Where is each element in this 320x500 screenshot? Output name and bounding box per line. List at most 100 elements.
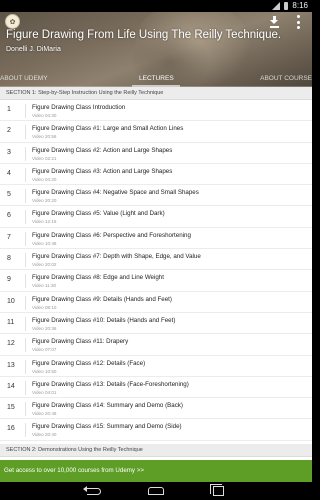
lecture-row[interactable]: 2 Figure Drawing Class #1: Large and Smal… <box>0 121 312 143</box>
home-icon[interactable] <box>148 487 164 495</box>
row-divider <box>25 359 26 374</box>
lecture-title: Figure Drawing Class #4: Negative Space … <box>32 189 199 197</box>
row-divider <box>25 274 26 289</box>
lecture-number: 5 <box>7 191 11 199</box>
system-nav-bar <box>0 482 312 500</box>
lecture-number: 10 <box>7 297 15 305</box>
row-divider <box>25 231 26 246</box>
lecture-duration: Video 04:01 <box>32 389 57 395</box>
lecture-number: 4 <box>7 169 11 177</box>
lecture-title: Figure Drawing Class #8: Edge and Line W… <box>32 274 164 282</box>
row-divider <box>25 167 26 182</box>
download-icon[interactable] <box>270 16 279 26</box>
lecture-number: 15 <box>7 404 15 412</box>
lecture-title: Figure Drawing Class #9: Details (Hands … <box>32 295 172 303</box>
lecture-number: 14 <box>7 382 15 390</box>
lecture-number: 3 <box>7 148 11 156</box>
lecture-title: Figure Drawing Class Introduction <box>32 104 126 111</box>
lecture-duration: Video 20:20 <box>32 198 57 204</box>
lecture-number: 7 <box>7 233 11 241</box>
lecture-duration: Video 02:21 <box>32 155 57 161</box>
row-divider <box>25 189 26 204</box>
row-divider <box>25 423 26 438</box>
status-bar: 8:16 <box>0 0 312 12</box>
lecture-title: Figure Drawing Class #7: Depth with Shap… <box>32 253 201 261</box>
lecture-duration: Video 11:30 <box>32 283 57 289</box>
row-divider <box>25 146 26 161</box>
section-header: SECTION 1: Step-by-Step Instruction Usin… <box>0 87 312 100</box>
lecture-number: 1 <box>7 106 11 113</box>
course-author[interactable]: Donelli J. DiMaria <box>6 46 61 53</box>
lecture-number: 6 <box>7 212 11 220</box>
lecture-title: Figure Drawing Class #6: Perspective and… <box>32 231 191 239</box>
lecture-title: Figure Drawing Class #11: Drapery <box>32 338 129 346</box>
lecture-row[interactable]: 1 Figure Drawing Class Introduction Video … <box>0 100 312 122</box>
lecture-title: Figure Drawing Class #5: Value (Light an… <box>32 210 165 218</box>
lecture-row[interactable]: 6 Figure Drawing Class #5: Value (Light a… <box>0 206 312 228</box>
lecture-duration: Video 20:36 <box>32 325 57 331</box>
lecture-number: 13 <box>7 361 15 369</box>
tab-lectures[interactable]: LECTURES <box>139 75 174 82</box>
lecture-number: 2 <box>7 127 11 135</box>
lecture-title: Figure Drawing Class #15: Summary and De… <box>32 423 182 431</box>
tab-bar: ABOUT UDEMY LECTURES ABOUT COURSE <box>0 72 312 87</box>
lecture-title: Figure Drawing Class #3: Action and Larg… <box>32 167 173 175</box>
row-divider <box>25 402 26 417</box>
lecture-row[interactable]: 9 Figure Drawing Class #8: Edge and Line … <box>0 270 312 292</box>
lecture-row[interactable]: 14 Figure Drawing Class #13: Details (Fac… <box>0 377 312 399</box>
lecture-duration: Video 10:48 <box>32 240 57 246</box>
app-logo-icon[interactable]: ✿ <box>5 14 20 29</box>
lecture-row[interactable]: 11 Figure Drawing Class #10: Details (Han… <box>0 313 312 335</box>
lecture-duration: Video 04:20 <box>32 176 57 182</box>
lecture-title: Figure Drawing Class #10: Details (Hands… <box>32 316 176 324</box>
lecture-title: Figure Drawing Class #13: Details (Face-… <box>32 380 189 388</box>
lecture-title: Figure Drawing Class #12: Details (Face) <box>32 359 146 367</box>
row-divider <box>25 295 26 310</box>
row-divider <box>25 125 26 140</box>
lecture-duration: Video 07:07 <box>32 347 57 353</box>
lecture-duration: Video 20:46 <box>32 411 57 417</box>
lecture-row[interactable]: 13 Figure Drawing Class #12: Details (Fac… <box>0 356 312 377</box>
row-divider <box>25 316 26 331</box>
promo-banner[interactable]: Get access to over 10,000 courses from U… <box>0 460 312 482</box>
status-time: 8:16 <box>292 1 308 10</box>
lecture-row[interactable]: 10 Figure Drawing Class #9: Details (Hand… <box>0 292 312 313</box>
row-divider <box>25 338 26 353</box>
lecture-duration: Video 04:30 <box>32 113 57 118</box>
lecture-row[interactable]: 4 Figure Drawing Class #3: Action and Lar… <box>0 164 312 186</box>
lecture-title: Figure Drawing Class #14: Summary and De… <box>32 402 183 410</box>
lecture-title: Figure Drawing Class #2: Action and Larg… <box>32 146 173 154</box>
lecture-duration: Video 08:10 <box>32 304 57 310</box>
lecture-row[interactable]: 8 Figure Drawing Class #7: Depth with Sha… <box>0 249 312 271</box>
course-header: ✿ Figure Drawing From Life Using The Rei… <box>0 12 312 87</box>
lecture-row[interactable]: 7 Figure Drawing Class #6: Perspective an… <box>0 228 312 250</box>
tab-about-course[interactable]: ABOUT COURSE <box>260 75 312 82</box>
lecture-row[interactable]: 5 Figure Drawing Class #4: Negative Space… <box>0 185 312 207</box>
lecture-number: 9 <box>7 276 11 284</box>
lecture-duration: Video 20:40 <box>32 432 57 438</box>
lecture-row[interactable]: 12 Figure Drawing Class #11: Drapery Video… <box>0 334 312 356</box>
lecture-duration: Video 10:50 <box>32 368 57 374</box>
lecture-row[interactable]: 15 Figure Drawing Class #14: Summary and … <box>0 398 312 420</box>
tab-about-udemy[interactable]: ABOUT UDEMY <box>0 75 48 82</box>
section-header: SECTION 2: Demonstrations Using the Reil… <box>0 444 312 457</box>
row-divider <box>25 253 26 268</box>
lecture-number: 16 <box>7 425 15 433</box>
lecture-row[interactable]: 16 Figure Drawing Class #15: Summary and … <box>0 419 312 441</box>
row-divider <box>25 210 26 225</box>
lecture-number: 12 <box>7 340 15 348</box>
lecture-title: Figure Drawing Class #1: Large and Small… <box>32 125 184 133</box>
lecture-list[interactable]: SECTION 1: Step-by-Step Instruction Usin… <box>0 87 312 460</box>
lecture-duration: Video 20:02 <box>32 262 57 268</box>
row-divider <box>25 104 26 118</box>
row-divider <box>25 380 26 395</box>
lecture-duration: Video 20:56 <box>32 134 57 140</box>
overflow-menu-icon[interactable] <box>297 15 300 29</box>
back-icon[interactable] <box>83 486 101 495</box>
course-title: Figure Drawing From Life Using The Reill… <box>6 29 282 41</box>
recent-apps-icon[interactable] <box>210 484 224 496</box>
lecture-number: 11 <box>7 318 15 326</box>
signal-icon <box>272 1 281 10</box>
lecture-row[interactable]: 3 Figure Drawing Class #2: Action and Lar… <box>0 143 312 164</box>
lecture-duration: Video 12:16 <box>32 219 57 225</box>
